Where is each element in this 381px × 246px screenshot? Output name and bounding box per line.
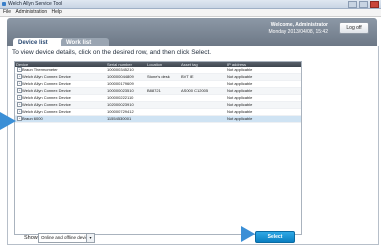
cell-serial: 100000222110 xyxy=(107,95,134,100)
welcome-block: Welcome, Administrator Monday 2013/04/08… xyxy=(269,22,329,35)
table-row[interactable]: + Braun Thermometer 100000345210 Not app… xyxy=(15,67,301,74)
show-filter-select[interactable]: Online and offline devices ▾ xyxy=(38,233,95,243)
table-row-selected[interactable]: + Braun 6000 11554530001 Not applicable xyxy=(15,116,301,123)
cell-device: Braun Thermometer xyxy=(22,67,58,72)
cell-asset-tag: BVT IE xyxy=(181,74,194,79)
cell-device: Braun 6000 xyxy=(22,116,43,121)
cell-ip-address: Not applicable xyxy=(227,102,253,107)
cell-location: Stone's desk xyxy=(147,74,170,79)
menu-administration[interactable]: Administration xyxy=(15,9,47,15)
maximize-icon[interactable] xyxy=(359,1,368,8)
minimize-icon[interactable] xyxy=(348,1,357,8)
cell-ip-address: Not applicable xyxy=(227,95,253,100)
cell-serial: 102000023910 xyxy=(107,102,134,107)
table-body: + Braun Thermometer 100000345210 Not app… xyxy=(15,67,301,123)
show-filter-value: Online and offline devices xyxy=(41,235,93,240)
cell-location: B88721 xyxy=(147,88,161,93)
app-icon xyxy=(2,2,6,6)
table-row[interactable]: + Welch Allyn Connex Device 100000044809… xyxy=(15,74,301,81)
device-list-panel: To view device details, click on the des… xyxy=(7,46,379,245)
cell-ip-address: Not applicable xyxy=(227,74,253,79)
cell-device: Welch Allyn Connex Device xyxy=(22,74,71,79)
chevron-down-icon[interactable]: ▾ xyxy=(86,234,94,242)
cell-serial: 100000023510 xyxy=(107,88,134,93)
cell-ip-address: Not applicable xyxy=(227,81,253,86)
cell-ip-address: Not applicable xyxy=(227,67,253,72)
table-row[interactable]: + Welch Allyn Connex Device 100000179609… xyxy=(15,81,301,88)
close-icon[interactable] xyxy=(370,1,379,8)
cell-ip-address: Not applicable xyxy=(227,109,253,114)
select-pointer-arrow-icon xyxy=(241,226,255,242)
table-row[interactable]: + Welch Allyn Connex Device 100000729412… xyxy=(15,109,301,116)
cell-device: Welch Allyn Connex Device xyxy=(22,95,71,100)
cell-ip-address: Not applicable xyxy=(227,116,253,121)
select-button[interactable]: Select xyxy=(255,231,295,243)
cell-asset-tag: AS000 C12005 xyxy=(181,88,209,93)
window-titlebar: Welch Allyn Service Tool xyxy=(0,0,381,9)
menu-help[interactable]: Help xyxy=(52,9,62,15)
cell-serial: 11554530001 xyxy=(107,116,132,121)
cell-serial: 100000044809 xyxy=(107,74,134,79)
cell-serial: 100000345210 xyxy=(107,67,134,72)
cell-serial: 100000729412 xyxy=(107,109,134,114)
welcome-text: Welcome, Administrator xyxy=(270,22,328,28)
datetime-text: Monday 2013/04/08, 15:42 xyxy=(268,28,329,35)
log-off-button[interactable]: Log off xyxy=(339,22,369,34)
cell-device: Welch Allyn Connex Device xyxy=(22,88,71,93)
cell-device: Welch Allyn Connex Device xyxy=(22,81,71,86)
cell-device: Welch Allyn Connex Device xyxy=(22,102,71,107)
row-pointer-arrow-icon xyxy=(0,112,16,130)
app-header: Welcome, Administrator Monday 2013/04/08… xyxy=(7,18,377,48)
window-title: Welch Allyn Service Tool xyxy=(8,1,63,7)
menu-file[interactable]: File xyxy=(3,9,11,15)
table-row[interactable]: + Welch Allyn Connex Device 100000023510… xyxy=(15,88,301,95)
table-row[interactable]: + Welch Allyn Connex Device 100000222110… xyxy=(15,95,301,102)
show-filter-label: Show xyxy=(24,235,38,241)
instruction-text: To view device details, click on the des… xyxy=(12,49,212,56)
device-table: Device Serial number Location Asset tag … xyxy=(14,61,302,235)
cell-serial: 100000179609 xyxy=(107,81,134,86)
table-row[interactable]: + Welch Allyn Connex Device 102000023910… xyxy=(15,102,301,109)
menu-bar: File Administration Help xyxy=(0,9,381,17)
cell-device: Welch Allyn Connex Device xyxy=(22,109,71,114)
window-controls xyxy=(348,1,379,8)
cell-ip-address: Not applicable xyxy=(227,88,253,93)
